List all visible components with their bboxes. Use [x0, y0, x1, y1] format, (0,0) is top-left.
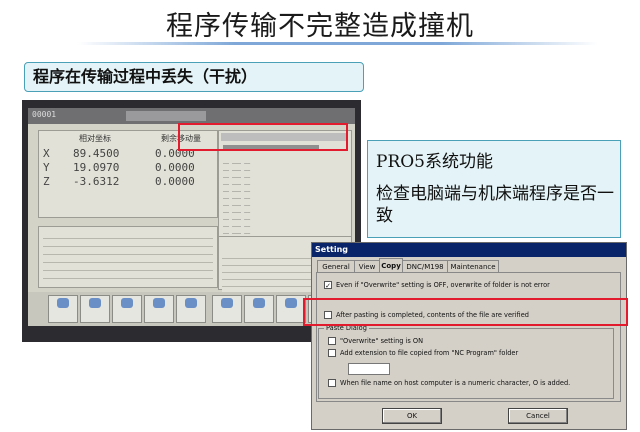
cnc-axis-value: 89.4500: [73, 147, 120, 160]
cnc-axis-label: Y: [43, 161, 50, 174]
cnc-softkey-icon: [221, 298, 233, 308]
dialog-highlight-frame: [303, 298, 628, 326]
cnc-softkey: [212, 295, 242, 323]
cnc-softkey: [80, 295, 110, 323]
cnc-softkey: [112, 295, 142, 323]
cnc-info-lines: [43, 233, 213, 285]
checkbox-add-extension[interactable]: [328, 349, 336, 357]
checkbox-overwrite-on[interactable]: [328, 337, 336, 345]
cnc-coord-row: Y 19.0970 0.0000: [39, 161, 217, 174]
cnc-softkey: [48, 295, 78, 323]
checkbox-numeric-name[interactable]: [328, 379, 336, 387]
cnc-axis-label: Z: [43, 175, 50, 188]
cnc-coord-header-left: 相对坐标: [79, 134, 111, 143]
cnc-axis-remaining: 0.0000: [155, 161, 195, 174]
checkbox-overwrite-folder[interactable]: ✓: [324, 281, 332, 290]
cnc-softkey: [144, 295, 174, 323]
cnc-softkey-icon: [153, 298, 165, 308]
cancel-button[interactable]: Cancel: [508, 408, 568, 424]
option-add-extension-label: Add extension to file copied from "NC Pr…: [340, 349, 519, 357]
cnc-info-panel: [38, 226, 218, 288]
slide-title: 程序传输不完整造成撞机: [166, 11, 474, 42]
cnc-softkey-icon: [89, 298, 101, 308]
ok-button[interactable]: OK: [382, 408, 442, 424]
cnc-softkey-icon: [57, 298, 69, 308]
cnc-softkey: [276, 295, 306, 323]
cnc-top-bar: 00001: [28, 108, 355, 124]
option-overwrite-folder-label: Even if "Overwrite" setting is OFF, over…: [336, 281, 550, 289]
cnc-top-bar-status: [126, 111, 206, 121]
cnc-axis-value: 19.0970: [73, 161, 120, 174]
cnc-softkey-icon: [185, 298, 197, 308]
tab-copy[interactable]: Copy: [379, 258, 403, 273]
option-numeric-name[interactable]: When file name on host computer is a num…: [328, 379, 570, 387]
cnc-softkey: [176, 295, 206, 323]
cnc-softkey-icon: [253, 298, 265, 308]
option-overwrite-folder[interactable]: ✓ Even if "Overwrite" setting is OFF, ove…: [324, 281, 550, 290]
pro5-callout: PRO5系统功能 检查电脑端与机床端程序是否一致: [367, 140, 621, 238]
cnc-axis-label: X: [43, 147, 50, 160]
cnc-axis-value: -3.6312: [73, 175, 120, 188]
cnc-softkey: [244, 295, 274, 323]
option-add-extension[interactable]: Add extension to file copied from "NC Pr…: [328, 349, 518, 357]
pro5-title: PRO5系统功能: [376, 152, 493, 172]
settings-dialog: Setting General View Copy DNC/M198 Maint…: [311, 242, 627, 430]
cnc-softkey-icon: [285, 298, 297, 308]
cnc-coord-row: Z -3.6312 0.0000: [39, 175, 217, 188]
pro5-description: 检查电脑端与机床端程序是否一致: [376, 184, 614, 226]
cnc-highlight-frame: [178, 123, 348, 151]
cnc-axis-remaining: 0.0000: [155, 175, 195, 188]
title-divider: [78, 42, 598, 45]
option-overwrite-on-label: "Overwrite" setting is ON: [340, 337, 424, 345]
cnc-softkey-icon: [121, 298, 133, 308]
cnc-top-bar-text: 00001: [32, 110, 57, 119]
option-overwrite-on[interactable]: "Overwrite" setting is ON: [328, 337, 423, 345]
dialog-title-bar: Setting: [312, 243, 626, 257]
subtitle-box: 程序在传输过程中丢失（干扰）: [24, 62, 364, 92]
extension-input[interactable]: [348, 363, 390, 375]
option-numeric-name-label: When file name on host computer is a num…: [340, 379, 571, 387]
